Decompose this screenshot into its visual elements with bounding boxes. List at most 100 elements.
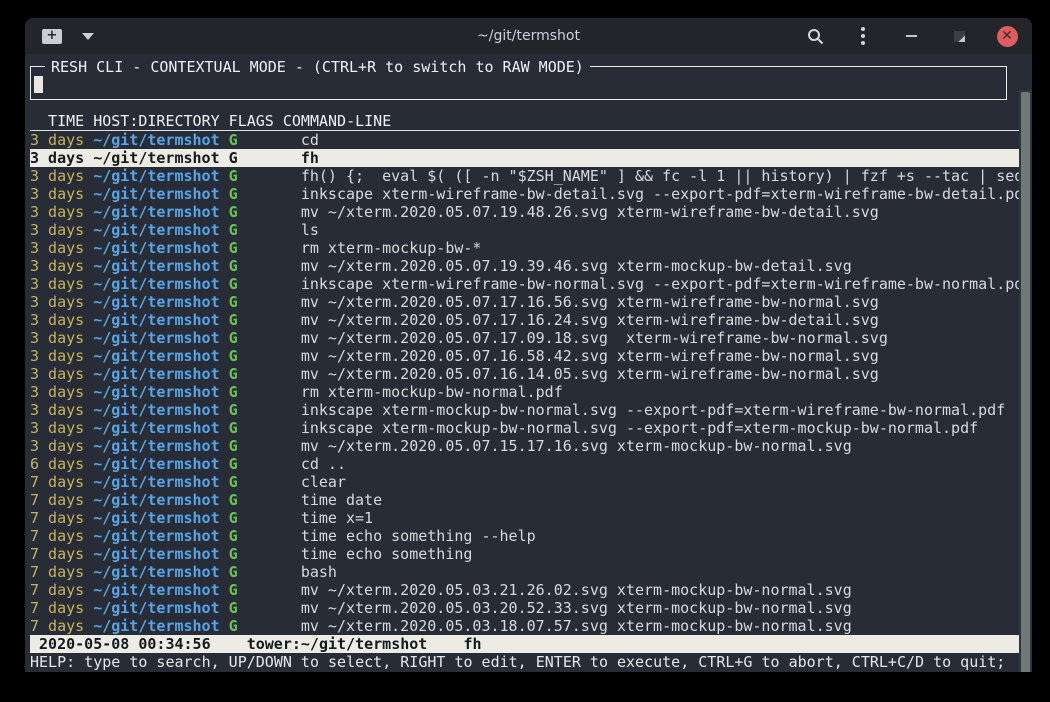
row-directory: ~/git/termshot [93, 149, 219, 167]
scrollbar[interactable] [1019, 90, 1032, 672]
row-command: fh() {; eval $( ([ -n "$ZSH_NAME" ] && f… [301, 167, 1019, 185]
table-row[interactable]: 7 days~/git/termshotGbash [30, 563, 1019, 581]
table-row[interactable]: 3 days~/git/termshotGrm xterm-mockup-bw-… [30, 383, 1019, 401]
row-directory: ~/git/termshot [93, 401, 219, 419]
row-command: time echo something --help [301, 527, 536, 545]
search-button[interactable] [804, 25, 826, 47]
row-flags: G [229, 527, 238, 545]
row-flags: G [229, 617, 238, 635]
text-cursor [34, 76, 43, 93]
table-row[interactable]: 3 days~/git/termshotGrm xterm-mockup-bw-… [30, 239, 1019, 257]
status-datetime: 2020-05-08 00:34:56 [30, 635, 211, 653]
table-row[interactable]: 3 days~/git/termshotGinkscape xterm-wire… [30, 185, 1019, 203]
row-command: fh [301, 149, 319, 167]
row-time: 7 days [30, 527, 84, 545]
table-row[interactable]: 7 days~/git/termshotGtime x=1 [30, 509, 1019, 527]
table-row[interactable]: 3 days~/git/termshotGfh [30, 149, 1019, 167]
row-command: mv ~/xterm.2020.05.03.20.52.33.svg xterm… [301, 599, 852, 617]
table-row[interactable]: 7 days~/git/termshotGtime date [30, 491, 1019, 509]
row-time: 3 days [30, 365, 84, 383]
row-command: mv ~/xterm.2020.05.07.17.16.24.svg xterm… [301, 311, 879, 329]
table-row[interactable]: 3 days~/git/termshotGmv ~/xterm.2020.05.… [30, 365, 1019, 383]
table-row[interactable]: 3 days ~/git/termshot Gmv ~/xterm.2020.05.… [30, 329, 1019, 347]
table-row[interactable]: 3 days~/git/termshotGmv ~/xterm.2020.05.… [30, 311, 1019, 329]
table-row[interactable]: 3 days~/git/termshotGmv ~/xterm.2020.05.… [30, 293, 1019, 311]
row-time: 7 days [30, 617, 84, 635]
row-flags: G [229, 239, 238, 257]
table-row[interactable]: 7 days~/git/termshotGclear [30, 473, 1019, 491]
row-directory: ~/git/termshot [93, 185, 219, 203]
row-flags: G [229, 185, 238, 203]
table-row[interactable]: 3 days~/git/termshotGfh() {; eval $( ([ … [30, 167, 1019, 185]
history-list: 3 days~/git/termshotGcd 3 days~/git/term… [30, 131, 1019, 635]
terminal-screen: RESH CLI - CONTEXTUAL MODE - (CTRL+R to … [25, 54, 1032, 672]
new-tab-button[interactable] [41, 25, 63, 47]
table-row[interactable]: 3 days~/git/termshotGcd [30, 131, 1019, 149]
row-directory: ~/git/termshot [93, 545, 219, 563]
table-row[interactable]: 3 days~/git/termshotGls [30, 221, 1019, 239]
row-directory: ~/git/termshot [93, 257, 219, 275]
row-flags: G [229, 167, 238, 185]
row-command: mv ~/xterm.2020.05.07.19.48.26.svg xterm… [301, 203, 879, 221]
table-row[interactable]: 7 days~/git/termshotGmv ~/xterm.2020.05.… [30, 581, 1019, 599]
row-time: 3 days [30, 257, 84, 275]
row-flags: G [229, 311, 238, 329]
tab-menu-button[interactable] [77, 25, 99, 47]
row-directory: ~/git/termshot [93, 563, 219, 581]
close-icon: ✕ [1001, 29, 1013, 43]
table-header: TIME HOST:DIRECTORY FLAGS COMMAND-LINE [30, 112, 1019, 131]
close-button[interactable]: ✕ [996, 25, 1018, 47]
row-directory: ~/git/termshot [93, 329, 219, 347]
row-time: 7 days [30, 545, 84, 563]
table-row[interactable]: 7 days~/git/termshotGtime echo something [30, 545, 1019, 563]
search-box-title: RESH CLI - CONTEXTUAL MODE - (CTRL+R to … [45, 58, 590, 76]
table-row[interactable]: 3 days~/git/termshotGinkscape xterm-wire… [30, 275, 1019, 293]
row-time: 3 days [30, 275, 84, 293]
restore-button[interactable] [948, 25, 970, 47]
row-time: 7 days [30, 599, 84, 617]
search-input[interactable]: RESH CLI - CONTEXTUAL MODE - (CTRL+R to … [30, 66, 1007, 100]
row-time: 7 days [30, 563, 84, 581]
row-flags: G [229, 365, 238, 383]
scrollbar-thumb[interactable] [1021, 92, 1030, 672]
row-time: 3 days [30, 329, 84, 347]
row-flags: G [229, 329, 238, 347]
table-row[interactable]: 7 days ~/git/termshot Gtime echo something… [30, 527, 1019, 545]
row-command: inkscape xterm-mockup-bw-normal.svg --ex… [301, 419, 978, 437]
terminal-window: ~/git/termshot [25, 18, 1032, 672]
table-row[interactable]: 7 days~/git/termshotGmv ~/xterm.2020.05.… [30, 599, 1019, 617]
row-time: 3 days [30, 221, 84, 239]
table-row[interactable]: 3 days ~/git/termshot Ginkscape xterm-mock… [30, 419, 1019, 437]
row-command: mv ~/xterm.2020.05.07.15.17.16.svg xterm… [301, 437, 852, 455]
menu-button[interactable] [852, 25, 874, 47]
row-command: mv ~/xterm.2020.05.07.17.09.18.svg xterm… [301, 329, 888, 347]
row-time: 7 days [30, 491, 84, 509]
row-flags: G [229, 545, 238, 563]
row-command: mv ~/xterm.2020.05.03.21.26.02.svg xterm… [301, 581, 852, 599]
row-command: rm xterm-mockup-bw-* [301, 239, 482, 257]
row-flags: G [229, 419, 238, 437]
table-row[interactable]: 3 days~/git/termshotGmv ~/xterm.2020.05.… [30, 347, 1019, 365]
row-directory: ~/git/termshot [93, 581, 219, 599]
row-flags: G [229, 221, 238, 239]
row-directory: ~/git/termshot [93, 617, 219, 635]
row-directory: ~/git/termshot [93, 527, 219, 545]
row-directory: ~/git/termshot [93, 419, 219, 437]
row-time: 3 days [30, 131, 84, 149]
table-row[interactable]: 3 days~/git/termshotGmv ~/xterm.2020.05.… [30, 203, 1019, 221]
table-row[interactable]: 6 days~/git/termshotGcd .. [30, 455, 1019, 473]
table-row[interactable]: 7 days~/git/termshotGmv ~/xterm.2020.05.… [30, 617, 1019, 635]
table-row[interactable]: 3 days~/git/termshotGinkscape xterm-mock… [30, 401, 1019, 419]
row-time: 3 days [30, 419, 84, 437]
table-row[interactable]: 3 days~/git/termshotGmv ~/xterm.2020.05.… [30, 437, 1019, 455]
row-time: 3 days [30, 401, 84, 419]
row-flags: G [229, 437, 238, 455]
minimize-button[interactable] [900, 25, 922, 47]
row-flags: G [229, 149, 238, 167]
row-directory: ~/git/termshot [93, 167, 219, 185]
row-flags: G [229, 275, 238, 293]
row-time: 7 days [30, 581, 84, 599]
row-time: 3 days [30, 437, 84, 455]
row-command: rm xterm-mockup-bw-normal.pdf [301, 383, 563, 401]
table-row[interactable]: 3 days~/git/termshotGmv ~/xterm.2020.05.… [30, 257, 1019, 275]
